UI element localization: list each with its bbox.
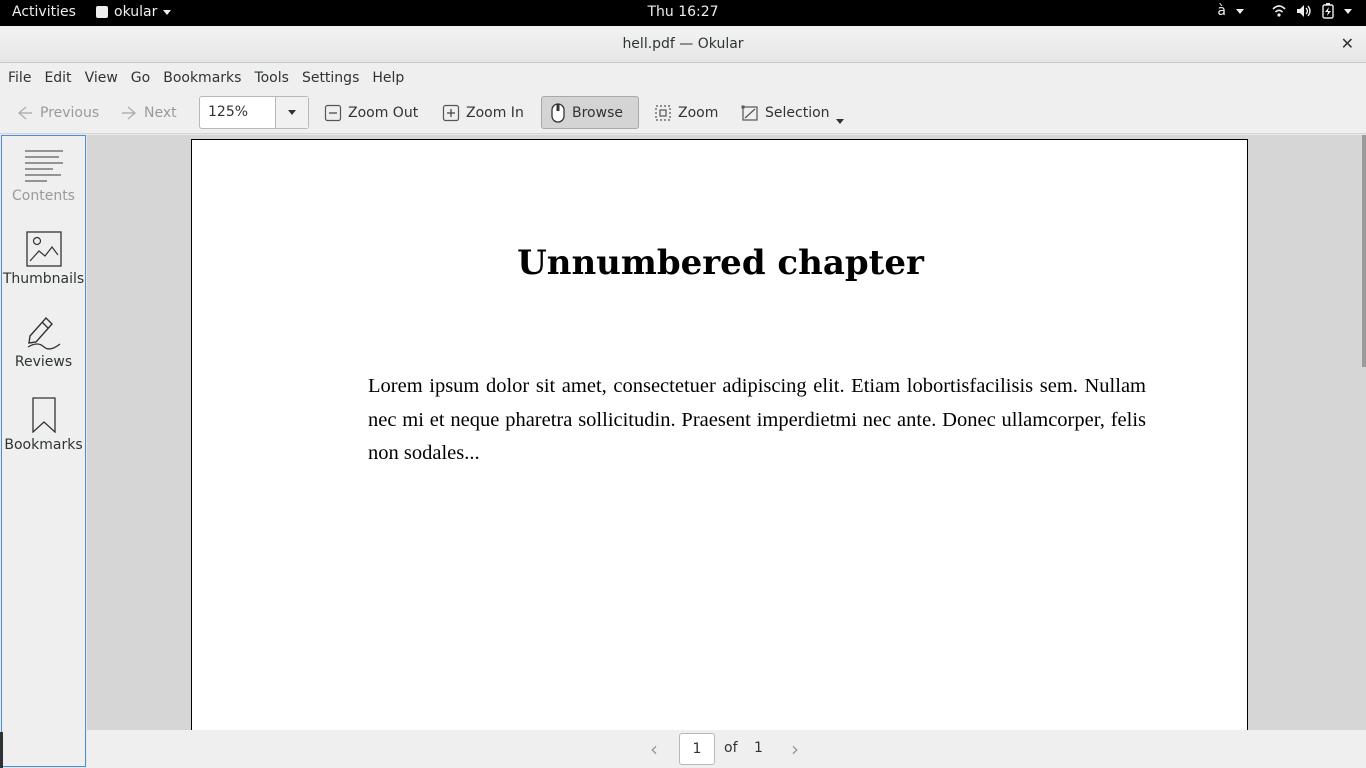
clock[interactable]: Thu 16:27 [0,4,1366,20]
sidebar-item-label: Reviews [14,354,73,370]
reviews-icon [27,316,60,350]
arrow-right-icon [122,105,137,120]
zoom-level-value[interactable]: 125% [200,97,275,128]
app-menu[interactable]: okular [96,4,172,20]
app-menu-label: okular [114,4,158,20]
browse-label: Browse [572,104,623,121]
selection-tool-button[interactable]: Selection [733,96,838,129]
mouse-icon [551,102,565,123]
chevron-down-icon [163,9,172,15]
zoom-in-button[interactable]: Zoom In [434,96,532,129]
previous-page-icon[interactable]: ‹ [650,737,658,761]
menu-help[interactable]: Help [372,70,404,86]
window-edge [0,732,3,768]
menu-edit[interactable]: Edit [44,70,71,86]
zoom-out-icon [324,104,342,121]
sidebar-item-reviews[interactable]: Reviews [2,314,85,370]
gnome-top-bar: Activities okular Thu 16:27 à [0,0,1366,26]
contents-icon [24,150,63,182]
zoom-out-button[interactable]: Zoom Out [316,96,426,129]
zoom-dropdown-button[interactable] [275,97,308,128]
browse-tool-button[interactable]: Browse [541,96,639,129]
menu-bar: File Edit View Go Bookmarks Tools Settin… [0,63,1366,92]
sidebar-item-label: Thumbnails [2,271,85,287]
sidebar-item-thumbnails[interactable]: Thumbnails [2,231,85,287]
chevron-down-icon [288,110,296,115]
menu-settings[interactable]: Settings [302,70,359,86]
selection-label: Selection [765,104,830,121]
close-icon[interactable]: ✕ [1341,34,1354,53]
previous-button[interactable]: Previous [8,96,107,129]
sidebar-item-bookmarks[interactable]: Bookmarks [2,397,85,453]
thumbnails-icon [25,231,62,267]
page-of-label: of [724,740,738,756]
zoom-level-combo[interactable]: 125% [199,96,309,129]
menu-go[interactable]: Go [131,70,150,86]
body-paragraph: Lorem ipsum dolor sit amet, consectetuer… [368,375,1146,464]
system-tray[interactable]: à [1217,3,1352,19]
keyboard-indicator[interactable]: à [1217,3,1226,19]
next-button[interactable]: Next [112,96,185,129]
menu-bookmarks[interactable]: Bookmarks [163,70,241,86]
page-number-input[interactable]: 1 [679,733,715,765]
previous-label: Previous [40,104,100,121]
zoom-out-label: Zoom Out [348,104,419,121]
selection-icon [741,105,758,121]
next-label: Next [144,104,177,121]
sidebar-panel: Contents Thumbnails Reviews Bookmarks [1,135,86,767]
window-title: hell.pdf — Okular [622,36,744,52]
zoom-in-label: Zoom In [466,104,524,121]
zoom-select-icon [655,104,671,121]
wifi-icon [1272,5,1286,17]
zoom-tool-label: Zoom [678,104,719,121]
sidebar-item-label: Contents [12,188,75,204]
menu-view[interactable]: View [85,70,118,86]
page-navigation-bar: ‹ 1 of 1 › [87,730,1366,768]
volume-icon [1297,5,1311,17]
bookmarks-icon [31,397,56,433]
menu-tools[interactable]: Tools [254,70,289,86]
next-page-icon[interactable]: › [791,737,799,761]
pdf-page[interactable]: Unnumbered chapter Lorem ipsum dolor sit… [191,139,1248,730]
activities-button[interactable]: Activities [12,4,76,20]
chevron-down-icon[interactable] [836,119,844,124]
window-title-bar[interactable]: hell.pdf — Okular ✕ [0,26,1366,63]
app-icon [96,6,108,18]
document-viewport[interactable]: Unnumbered chapter Lorem ipsum dolor sit… [87,135,1366,730]
chevron-down-icon [1236,8,1244,14]
zoom-in-icon [442,104,460,121]
menu-file[interactable]: File [8,70,31,86]
chapter-heading: Unnumbered chapter [517,243,924,283]
vertical-scrollbar[interactable] [1362,135,1366,367]
sidebar-item-contents[interactable]: Contents [2,148,85,204]
battery-icon [1322,3,1334,19]
sidebar-item-label: Bookmarks [4,437,83,453]
arrow-left-icon [17,105,32,120]
chevron-down-icon [1344,8,1352,14]
total-pages: 1 [754,740,763,756]
zoom-tool-button[interactable]: Zoom [646,96,726,129]
